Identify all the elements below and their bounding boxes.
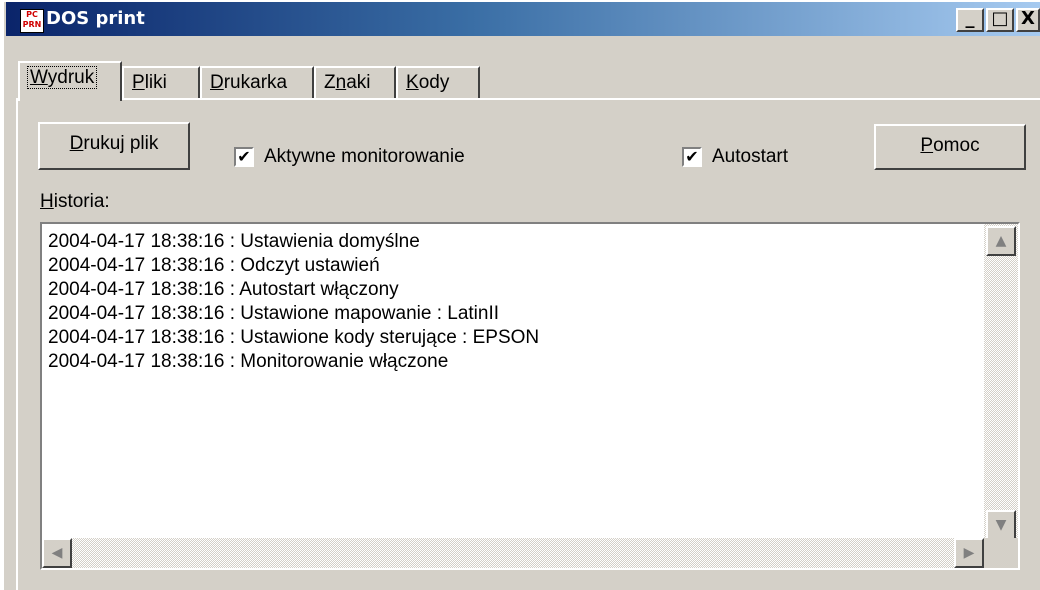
scroll-right-button[interactable]: ▶ [954,538,984,568]
list-item: 2004-04-17 18:38:16 : Ustawione mapowani… [48,303,500,324]
minimize-button[interactable]: _ [956,8,984,32]
checkbox-label: Autostart [712,146,789,167]
checkbox-label: Aktywne monitorowanie [264,146,465,167]
list-item: 2004-04-17 18:38:16 : Ustawione kody ste… [48,327,540,348]
close-button[interactable]: X [1016,8,1040,32]
history-label: Historia: [40,191,110,212]
tab-label: Drukarka [210,72,288,93]
tab-label: Wydruk [26,66,98,89]
scroll-left-button[interactable]: ◀ [42,538,72,568]
scroll-up-button[interactable]: ▲ [986,226,1016,256]
list-item: 2004-04-17 18:38:16 : Ustawienia domyśln… [48,231,420,252]
help-button[interactable]: Pomoc [874,124,1026,170]
window-title: DOS print [46,8,145,29]
tab-label: Pliki [132,72,167,93]
checkbox-box[interactable]: ✔ [682,147,702,167]
tab-strip-border [16,98,1040,100]
app-icon: PC PRN [20,9,44,33]
checkbox-box[interactable]: ✔ [234,147,254,167]
print-file-button[interactable]: Drukuj plik [38,122,190,170]
vertical-scrollbar[interactable]: ▲ ▼ [984,224,1018,540]
scroll-down-button[interactable]: ▼ [986,510,1016,540]
autostart-checkbox[interactable]: ✔ Autostart [682,146,788,168]
list-item: 2004-04-17 18:38:16 : Autostart włączony [48,279,399,300]
tab-drukarka[interactable]: Drukarka [200,66,314,98]
tab-wydruk[interactable]: Wydruk [18,61,122,101]
tab-kody[interactable]: Kody [396,66,480,98]
horizontal-scrollbar[interactable]: ◀ ▶ [42,538,984,568]
list-item: 2004-04-17 18:38:16 : Monitorowanie włąc… [48,351,449,372]
active-monitoring-checkbox[interactable]: ✔ Aktywne monitorowanie [234,146,465,168]
title-bar[interactable]: PC PRN DOS print _ □ X [6,2,1040,36]
maximize-button[interactable]: □ [986,8,1014,32]
scrollbar-corner [984,538,1018,568]
tab-znaki[interactable]: Znaki [314,66,396,98]
list-item: 2004-04-17 18:38:16 : Odczyt ustawień [48,255,380,276]
tab-label: Znaki [324,72,371,93]
tab-panel-border [16,98,18,590]
tab-pliki[interactable]: Pliki [122,66,200,98]
history-list[interactable]: 2004-04-17 18:38:16 : Ustawienia domyśln… [40,222,1020,570]
tab-label: Kody [406,72,450,93]
